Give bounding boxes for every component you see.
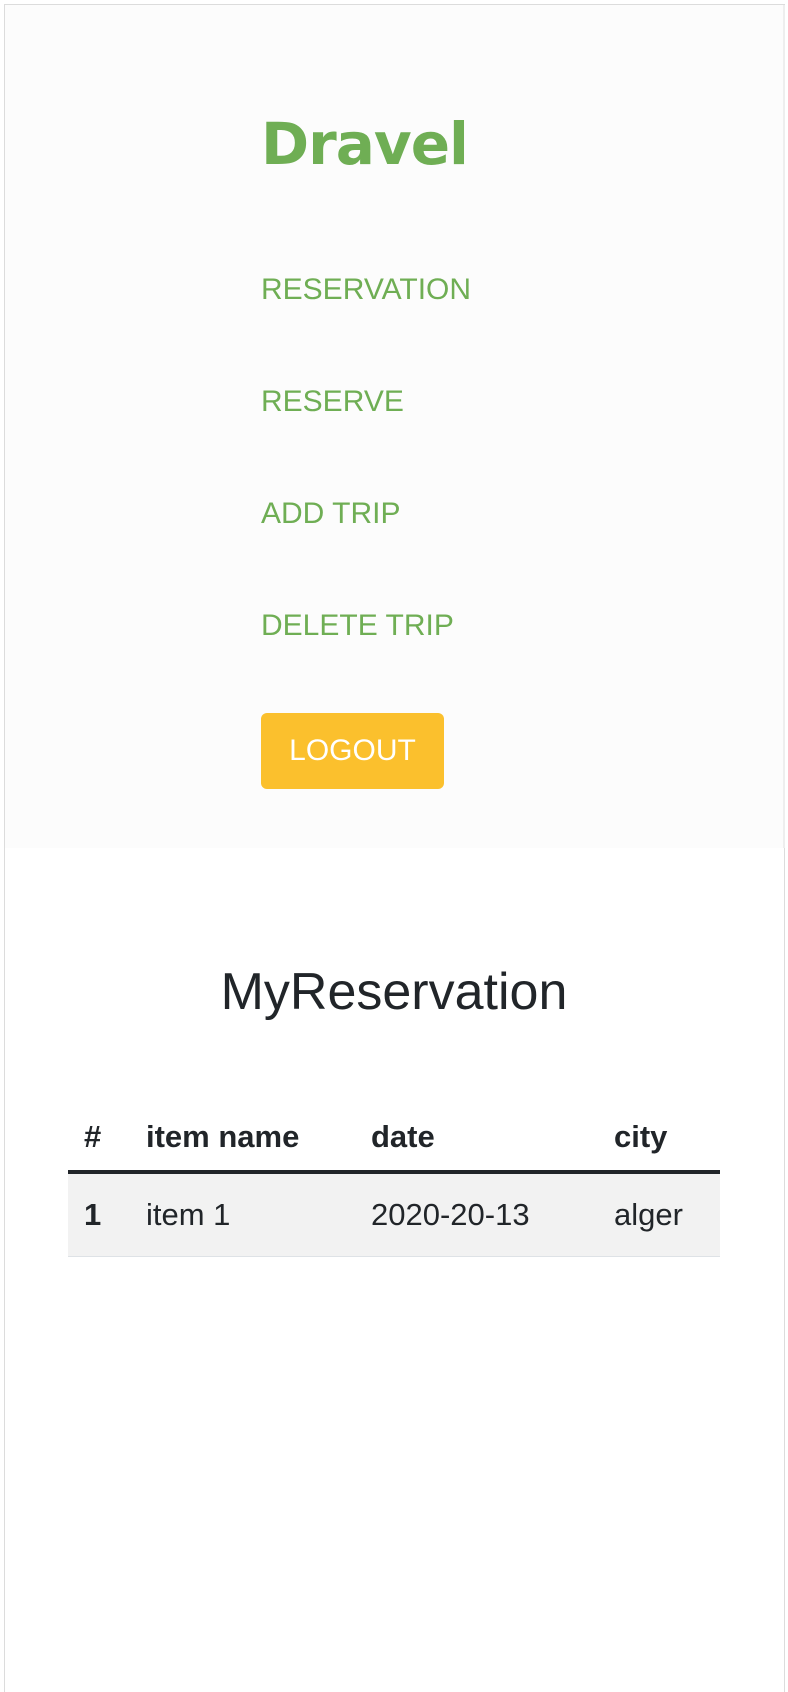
navigation-panel: Dravel RESERVATION RESERVE ADD TRIP DELE… xyxy=(5,5,784,848)
table-header-row: # item name date city xyxy=(68,1104,720,1174)
reservations-table: # item name date city 1 item 1 2020-20-1… xyxy=(68,1104,720,1257)
cell-item-name: item 1 xyxy=(130,1172,355,1257)
column-header-index: # xyxy=(68,1104,130,1174)
logout-button[interactable]: LOGOUT xyxy=(261,713,444,789)
cell-index: 1 xyxy=(68,1172,130,1257)
column-header-city: city xyxy=(598,1104,720,1174)
column-header-date: date xyxy=(355,1104,598,1174)
page-title: MyReservation xyxy=(220,963,568,1021)
nav-link-delete-trip[interactable]: DELETE TRIP xyxy=(261,611,454,641)
nav-link-reservation[interactable]: RESERVATION xyxy=(261,275,471,305)
nav-link-reserve[interactable]: RESERVE xyxy=(261,387,404,417)
cell-date: 2020-20-13 xyxy=(355,1172,598,1257)
scrollbar-track[interactable] xyxy=(783,5,785,848)
brand-logo[interactable]: Dravel xyxy=(261,115,469,173)
column-header-item-name: item name xyxy=(130,1104,355,1174)
nav-link-add-trip[interactable]: ADD TRIP xyxy=(261,499,400,529)
cell-city: alger xyxy=(598,1172,720,1257)
table-row: 1 item 1 2020-20-13 alger xyxy=(68,1172,720,1257)
